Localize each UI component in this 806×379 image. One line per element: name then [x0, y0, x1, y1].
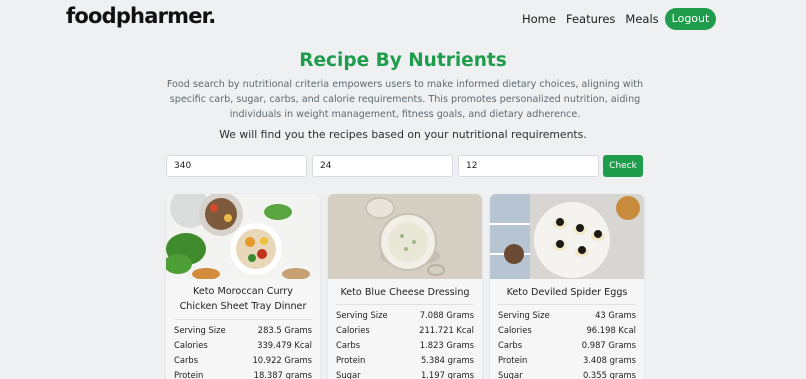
nutrient-row: Serving Size 283.5 Grams [174, 323, 312, 338]
recipe-card[interactable]: Keto Blue Cheese Dressing Serving Size 7… [328, 194, 482, 379]
calories-input[interactable] [166, 155, 307, 177]
nutrient-row: Carbs 0.987 Grams [498, 338, 636, 353]
nutrient-value: 5.384 grams [420, 355, 474, 365]
nutrient-name: Protein [336, 355, 366, 365]
nutrient-value: 211.721 Kcal [419, 325, 474, 335]
nutrient-name: Calories [174, 340, 208, 350]
nutrient-row: Calories 339.479 Kcal [174, 338, 312, 353]
nutrient-row: Calories 96.198 Kcal [498, 323, 636, 338]
protein-input[interactable] [312, 155, 453, 177]
nutrient-name: Sugar [498, 370, 523, 379]
recipe-title[interactable]: Keto Deviled Spider Eggs [498, 285, 636, 300]
nutrient-name: Protein [174, 370, 204, 379]
recipe-image [490, 194, 644, 279]
page-title: Recipe By Nutrients [299, 50, 507, 71]
nutrient-name: Protein [498, 355, 528, 365]
nutrient-row: Protein 18.387 grams [174, 368, 312, 379]
nutrient-value: 96.198 Kcal [586, 325, 636, 335]
logout-button[interactable]: Logout [665, 8, 716, 30]
check-button[interactable]: Check [603, 155, 643, 177]
nav-link-meals[interactable]: Meals [625, 12, 658, 26]
page-description: Food search by nutritional criteria empo… [166, 79, 644, 120]
nutrient-row: Serving Size 43 Grams [498, 308, 636, 323]
nav-link-home[interactable]: Home [522, 12, 556, 26]
nav-links: Home Features Meals [522, 12, 669, 26]
nutrient-name: Serving Size [174, 325, 226, 335]
card-divider [336, 304, 474, 305]
nutrient-row: Serving Size 7.088 Grams [336, 308, 474, 323]
nutrient-value: 283.5 Grams [257, 325, 312, 335]
nutrient-value: 3.408 grams [582, 355, 636, 365]
nutrient-value: 43 Grams [595, 310, 636, 320]
card-divider [498, 304, 636, 305]
brand-logo[interactable]: foodpharmer. [66, 4, 216, 28]
nutrient-name: Carbs [336, 340, 361, 350]
nutrient-value: 339.479 Kcal [257, 340, 312, 350]
page-subtitle: We will find you the recipes based on yo… [219, 128, 587, 141]
nutrient-name: Calories [498, 325, 532, 335]
recipe-title[interactable]: Keto Moroccan Curry Chicken Sheet Tray D… [174, 284, 312, 314]
nutrient-row: Sugar 0.355 grams [498, 368, 636, 379]
card-divider [174, 319, 312, 320]
nutrient-row: Carbs 10.922 Grams [174, 353, 312, 368]
nutrient-name: Serving Size [336, 310, 388, 320]
nutrient-row: Calories 211.721 Kcal [336, 323, 474, 338]
nutrient-value: 1.197 grams [420, 370, 474, 379]
recipe-card[interactable]: Keto Deviled Spider Eggs Serving Size 43… [490, 194, 644, 379]
nutrient-row: Protein 5.384 grams [336, 353, 474, 368]
nutrient-value: 18.387 grams [253, 370, 312, 379]
recipe-card[interactable]: Keto Moroccan Curry Chicken Sheet Tray D… [166, 194, 320, 379]
nutrient-name: Serving Size [498, 310, 550, 320]
nav-link-features[interactable]: Features [566, 12, 615, 26]
nutrient-value: 0.355 grams [582, 370, 636, 379]
nutrient-row: Carbs 1.823 Grams [336, 338, 474, 353]
nutrient-name: Carbs [174, 355, 199, 365]
nutrient-name: Calories [336, 325, 370, 335]
nutrient-value: 7.088 Grams [419, 310, 474, 320]
nutrient-name: Carbs [498, 340, 523, 350]
nutrient-value: 10.922 Grams [252, 355, 312, 365]
navbar: foodpharmer. Home Features Meals Logout [0, 0, 806, 38]
nutrient-value: 0.987 Grams [581, 340, 636, 350]
nutrient-name: Sugar [336, 370, 361, 379]
nutrient-value: 1.823 Grams [419, 340, 474, 350]
recipe-image [166, 194, 320, 279]
recipe-title[interactable]: Keto Blue Cheese Dressing [336, 285, 474, 300]
recipe-image [328, 194, 482, 279]
nutrient-row: Protein 3.408 grams [498, 353, 636, 368]
nutrient-row: Sugar 1.197 grams [336, 368, 474, 379]
carbs-input[interactable] [458, 155, 599, 177]
